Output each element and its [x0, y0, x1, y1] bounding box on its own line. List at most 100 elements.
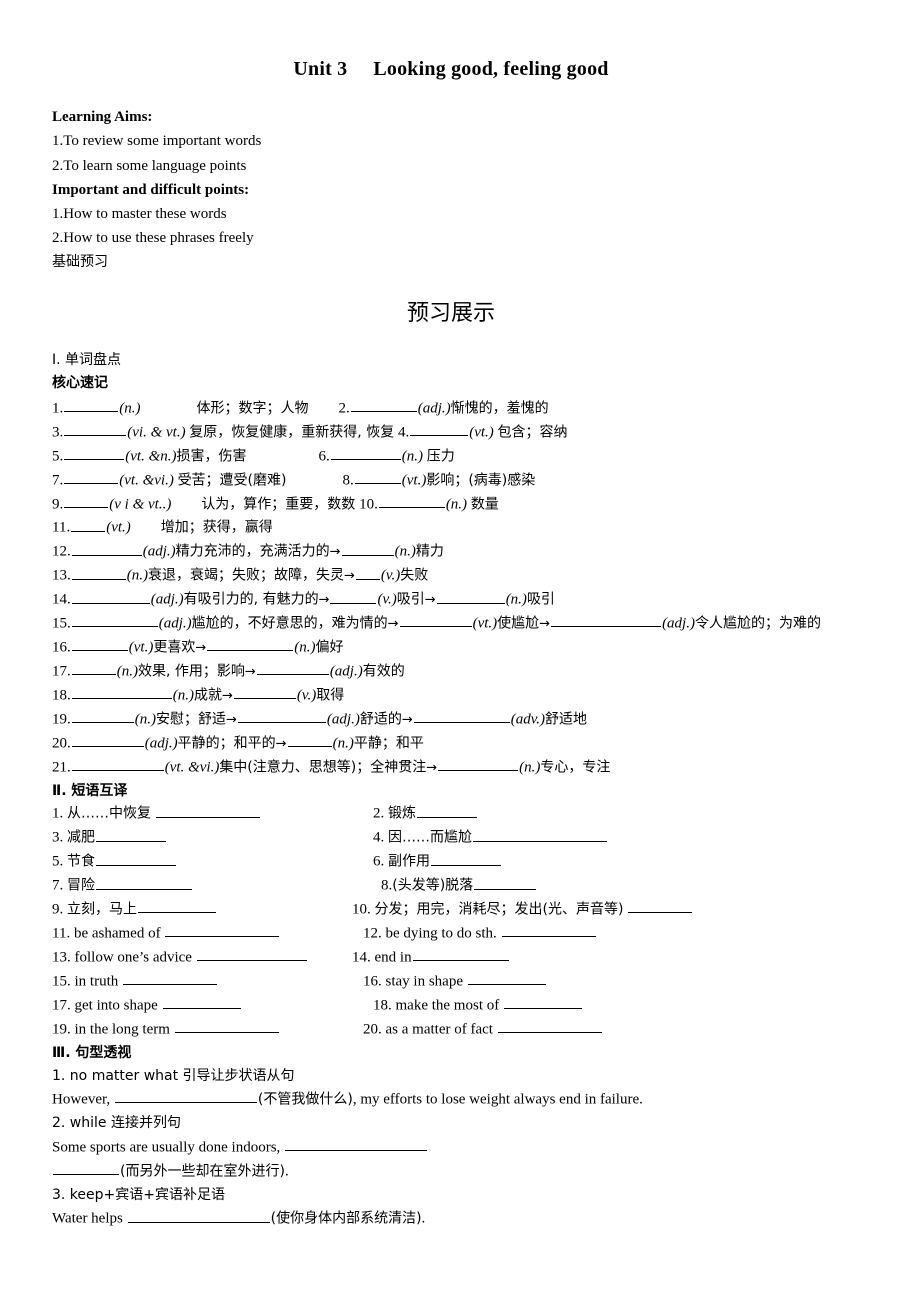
answer-blank[interactable]	[285, 1136, 428, 1152]
answer-blank[interactable]	[96, 874, 192, 890]
answer-blank[interactable]	[237, 708, 326, 724]
answer-blank[interactable]	[71, 708, 134, 724]
answer-blank[interactable]	[551, 612, 662, 628]
answer-blank[interactable]	[71, 540, 142, 556]
word-pos: (n.)	[519, 759, 541, 776]
answer-blank[interactable]	[71, 684, 172, 700]
answer-blank[interactable]	[127, 1207, 270, 1223]
answer-blank[interactable]	[417, 802, 477, 818]
word-num: 7.	[52, 471, 64, 488]
phrase-item: 14. end in	[352, 946, 890, 970]
answer-blank[interactable]	[162, 994, 241, 1010]
answer-blank[interactable]	[165, 922, 280, 938]
answer-blank[interactable]	[155, 802, 260, 818]
word-meaning: 平静；和平	[353, 735, 424, 752]
answer-blank[interactable]	[71, 516, 106, 532]
answer-blank[interactable]	[431, 850, 501, 866]
word-row: 14. (adj.)有吸引力的, 有魅力的→ (v.)吸引→ (n.)吸引	[52, 588, 890, 612]
answer-blank[interactable]	[71, 756, 164, 772]
answer-blank[interactable]	[64, 445, 125, 460]
sentence-pattern-title: 3. keep+宾语+宾语补足语	[52, 1184, 890, 1208]
word-pos: (n.)	[116, 663, 138, 680]
answer-blank[interactable]	[355, 564, 380, 580]
answer-blank[interactable]	[473, 826, 607, 842]
learning-aim-2: 2.To learn some language points	[52, 157, 247, 174]
answer-blank[interactable]	[287, 732, 332, 748]
arrow-icon: →	[195, 640, 207, 656]
answer-blank[interactable]	[497, 1018, 602, 1034]
answer-blank[interactable]	[64, 397, 119, 413]
answer-blank[interactable]	[378, 493, 445, 508]
word-row: 20. (adj.)平静的；和平的→ (n.)平静；和平	[52, 732, 890, 756]
document-page: Unit 3 Looking good, feeling good Learnin…	[0, 0, 920, 1302]
word-pos: (vt. &n.)	[125, 447, 177, 464]
title-main: Looking good, feeling good	[373, 58, 609, 80]
word-pos: (adj.)	[326, 711, 360, 728]
word-row: 16. (vt.)更喜欢→ (n.)偏好	[52, 636, 890, 660]
word-num: 10.	[359, 495, 378, 512]
answer-blank[interactable]	[96, 826, 166, 842]
learning-aims-label: Learning Aims:	[52, 109, 153, 125]
important-point-2: 2.How to use these phrases freely	[52, 230, 254, 247]
answer-blank[interactable]	[256, 660, 329, 676]
answer-blank[interactable]	[71, 732, 144, 748]
answer-blank[interactable]	[350, 397, 417, 413]
answer-blank[interactable]	[503, 994, 582, 1010]
word-row: 3. (vi. & vt.) 复原，恢复健康，重新获得, 恢复 4. (vt.) 包…	[52, 421, 890, 445]
answer-blank[interactable]	[71, 660, 116, 676]
answer-blank[interactable]	[410, 421, 469, 436]
answer-blank[interactable]	[71, 564, 126, 580]
phrase-text: 分发；用完，消耗尽；发出(光、声音等)	[374, 901, 624, 918]
arrow-icon: →	[329, 544, 341, 560]
word-pos: (adj.)	[150, 591, 184, 608]
word-row: 9. (v i & vt..) 认为，算作；重要，数数 10. (n.) 数量	[52, 493, 890, 517]
answer-blank[interactable]	[71, 588, 150, 604]
answer-blank[interactable]	[123, 970, 217, 986]
answer-blank[interactable]	[64, 421, 127, 436]
word-pos: (adj.)	[417, 400, 451, 417]
phrase-text: 副作用	[388, 853, 430, 870]
answer-blank[interactable]	[436, 588, 505, 604]
answer-blank[interactable]	[413, 708, 510, 724]
phrase-text: 从……中恢复	[67, 805, 151, 822]
answer-blank[interactable]	[233, 684, 296, 700]
phrase-num: 5.	[52, 853, 64, 870]
answer-blank[interactable]	[628, 898, 693, 914]
answer-blank[interactable]	[474, 874, 537, 890]
answer-blank[interactable]	[196, 946, 307, 962]
section-sentences-heading: Ⅲ. 句型透视	[52, 1044, 132, 1061]
answer-blank[interactable]	[64, 493, 109, 508]
answer-blank[interactable]	[64, 469, 119, 484]
phrase-text: 节食	[67, 853, 95, 870]
answer-blank[interactable]	[399, 612, 472, 628]
answer-blank[interactable]	[501, 922, 596, 938]
word-num: 19.	[52, 711, 71, 728]
phrase-item: 12. be dying to do sth.	[363, 922, 890, 946]
answer-blank[interactable]	[330, 445, 401, 460]
answer-blank[interactable]	[71, 636, 128, 652]
word-meaning: 数量	[470, 495, 499, 512]
answer-blank[interactable]	[174, 1018, 279, 1034]
answer-blank[interactable]	[207, 636, 294, 652]
answer-blank[interactable]	[96, 850, 176, 866]
word-pos: (v i & vt..)	[109, 495, 172, 512]
word-meaning: 包含；容纳	[497, 423, 568, 440]
answer-blank[interactable]	[341, 540, 394, 556]
phrase-item: 7. 冒险	[52, 874, 363, 898]
answer-blank[interactable]	[53, 1160, 119, 1176]
answer-blank[interactable]	[354, 469, 401, 484]
phrase-item: 1. 从……中恢复	[52, 802, 363, 826]
word-row: 12. (adj.)精力充沛的，充满活力的→ (n.)精力	[52, 540, 890, 564]
word-pos: (vt.)	[401, 471, 427, 488]
arrow-icon: →	[275, 736, 287, 752]
sentence-exercise: However, (不管我做什么), my efforts to lose we…	[52, 1088, 890, 1112]
answer-blank[interactable]	[330, 588, 377, 604]
answer-blank[interactable]	[114, 1088, 257, 1104]
answer-blank[interactable]	[438, 756, 519, 772]
answer-blank[interactable]	[138, 898, 216, 914]
answer-blank[interactable]	[412, 946, 509, 962]
answer-blank[interactable]	[467, 970, 546, 986]
word-num: 16.	[52, 639, 71, 656]
word-row: 7. (vt. &vi.) 受苦；遭受(磨难) 8. (vt.)影响；(病毒)感染	[52, 469, 890, 493]
answer-blank[interactable]	[71, 612, 158, 628]
